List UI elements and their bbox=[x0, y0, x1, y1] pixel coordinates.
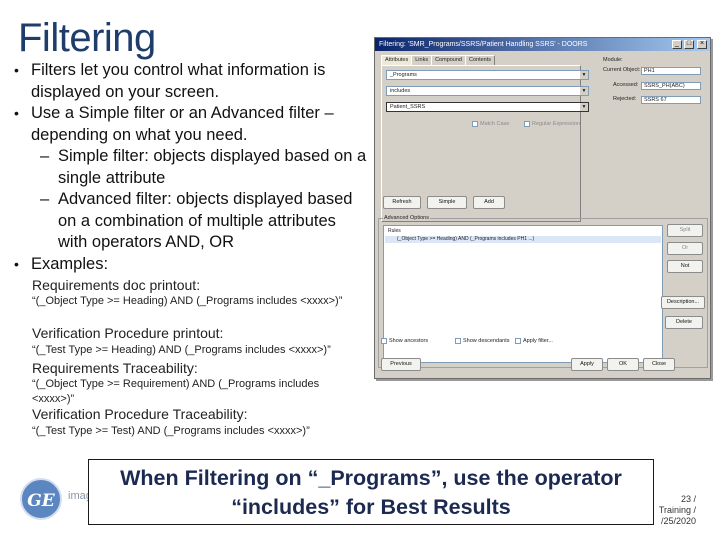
example-code: “(_Test Type >= Heading) AND (_Programs … bbox=[32, 344, 331, 356]
regular-expression-checkbox[interactable]: Regular Expression bbox=[524, 121, 580, 127]
delete-button[interactable]: Delete bbox=[665, 316, 703, 329]
ge-logo: GE bbox=[20, 478, 62, 520]
maximize-icon[interactable]: □ bbox=[684, 40, 694, 49]
sub-bullet-item: – Advanced filter: objects displayed base… bbox=[40, 190, 353, 251]
list-item[interactable]: Rules bbox=[385, 228, 661, 235]
description-button[interactable]: Description... bbox=[661, 296, 705, 309]
current-object-label: Current Object: bbox=[603, 67, 641, 73]
close-icon[interactable]: × bbox=[697, 40, 707, 49]
example-label: Verification Procedure printout: bbox=[32, 325, 224, 341]
rejected-field: SSRS 67 bbox=[641, 96, 701, 104]
tab-contents[interactable]: Contents bbox=[465, 55, 496, 65]
footer-label: Training / bbox=[658, 505, 696, 515]
example-label: Requirements doc printout: bbox=[32, 277, 201, 293]
ok-button[interactable]: OK bbox=[607, 358, 639, 371]
slide-title: Filtering bbox=[18, 16, 156, 60]
bullet-item: • Use a Simple filter or an Advanced filt… bbox=[14, 104, 334, 144]
apply-filter-checkbox[interactable]: Apply filter... bbox=[515, 338, 553, 344]
example-label: Requirements Traceability: bbox=[32, 360, 198, 376]
example-code: “(_Test Type >= Test) AND (_Programs inc… bbox=[32, 425, 310, 437]
callout-box: When Filtering on “_Programs”, use the o… bbox=[88, 459, 654, 525]
split-button[interactable]: Split bbox=[667, 224, 703, 237]
accessed-label: Accessed: bbox=[613, 82, 639, 88]
not-button[interactable]: Not bbox=[667, 260, 703, 273]
match-case-checkbox[interactable]: Match Case bbox=[472, 121, 509, 127]
current-object-field: PH1 bbox=[641, 67, 701, 75]
dialog-title-bar: Filtering: 'SMR_Programs/SSRS/Patient Ha… bbox=[375, 38, 710, 51]
bullet-list: • Filters let you control what informatio… bbox=[12, 60, 368, 275]
simple-button[interactable]: Simple bbox=[427, 196, 467, 209]
rejected-label: Rejected: bbox=[613, 96, 637, 102]
add-button[interactable]: Add bbox=[473, 196, 505, 209]
accessed-field: SSRS_PH(ABC) bbox=[641, 82, 701, 90]
value-select[interactable]: Patient_SSRS ▼ bbox=[386, 102, 589, 112]
refresh-button[interactable]: Refresh bbox=[383, 196, 421, 209]
page-number: 23 / bbox=[680, 494, 696, 504]
tab-links[interactable]: Links bbox=[411, 55, 433, 65]
attribute-select[interactable]: _Programs ▼ bbox=[386, 70, 589, 80]
minimize-icon[interactable]: _ bbox=[672, 40, 682, 49]
page-footer: 23 / Training / /25/2020 bbox=[654, 494, 696, 527]
show-ancestors-checkbox[interactable]: Show ancestors bbox=[381, 338, 428, 344]
bullet-item: • Filters let you control what informatio… bbox=[14, 61, 326, 101]
or-button[interactable]: Or bbox=[667, 242, 703, 255]
example-label: Verification Procedure Traceability: bbox=[32, 406, 248, 422]
example-code: “(_Object Type >= Heading) AND (_Program… bbox=[32, 295, 343, 307]
chevron-down-icon: ▼ bbox=[580, 71, 588, 79]
tab-compound[interactable]: Compound bbox=[431, 55, 466, 65]
example-code: “(_Object Type >= Requirement) AND (_Pro… bbox=[32, 378, 320, 405]
bullet-item: • Examples: bbox=[14, 254, 109, 273]
advanced-options-label: Advanced Options bbox=[383, 215, 430, 221]
footer-date: /25/2020 bbox=[660, 516, 696, 526]
tab-attributes[interactable]: Attributes bbox=[381, 55, 413, 65]
show-descendants-checkbox[interactable]: Show descendants bbox=[455, 338, 509, 344]
close-button[interactable]: Close bbox=[643, 358, 675, 371]
previous-button[interactable]: Previous bbox=[381, 358, 421, 371]
dialog-title: Filtering: 'SMR_Programs/SSRS/Patient Ha… bbox=[379, 41, 588, 48]
sub-bullet-item: – Simple filter: objects displayed based … bbox=[40, 147, 367, 187]
dialog-tabs: Attributes Links Compound Contents bbox=[381, 55, 496, 65]
chevron-down-icon: ▼ bbox=[580, 103, 588, 111]
filtering-dialog: Filtering: 'SMR_Programs/SSRS/Patient Ha… bbox=[374, 37, 711, 379]
condition-select[interactable]: includes ▼ bbox=[386, 86, 589, 96]
list-item[interactable]: (_Object Type >= Heading) AND (_Programs… bbox=[385, 236, 661, 243]
apply-button[interactable]: Apply bbox=[571, 358, 603, 371]
module-label: Module: bbox=[603, 57, 623, 63]
chevron-down-icon: ▼ bbox=[580, 87, 588, 95]
